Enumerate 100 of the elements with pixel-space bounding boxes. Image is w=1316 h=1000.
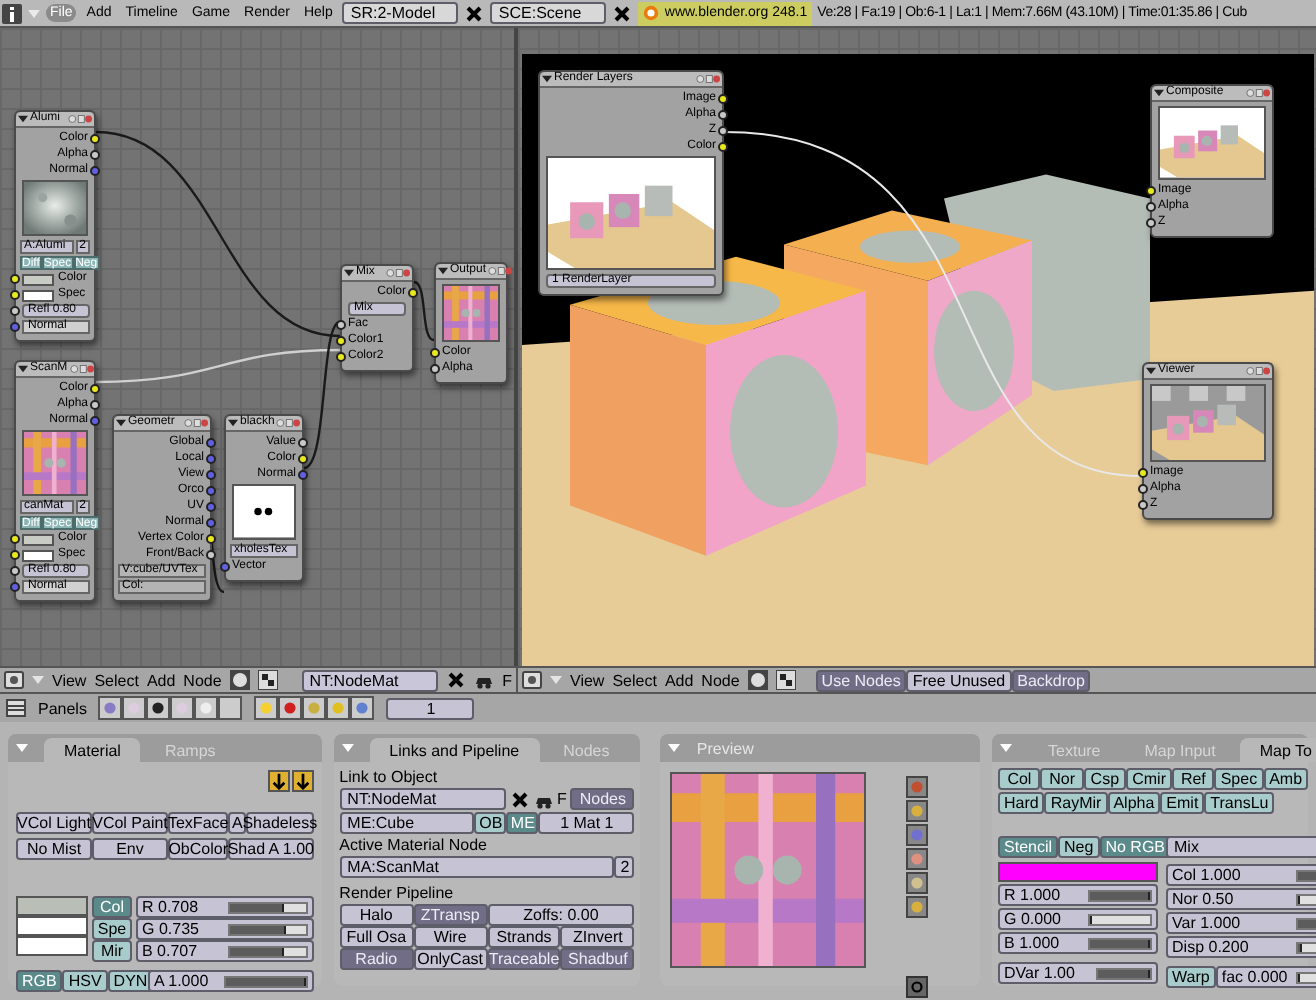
slider[interactable]: Disp 0.200 <box>1166 936 1316 958</box>
menu-item[interactable]: Node <box>183 671 222 689</box>
arrow-icon[interactable] <box>291 770 314 792</box>
toggle-button[interactable]: ME <box>506 812 539 834</box>
context-icon[interactable] <box>170 696 195 720</box>
socket[interactable] <box>10 566 20 576</box>
toggle-button[interactable]: No RGB <box>1099 836 1172 858</box>
toggle-button[interactable]: Spec <box>1214 768 1264 790</box>
toggle-button[interactable]: TransLu <box>1204 792 1275 814</box>
mesh-field[interactable]: ME:Cube <box>339 812 475 834</box>
toggle-button[interactable]: Wire <box>413 926 488 948</box>
toggle-button[interactable]: HSV <box>62 970 108 992</box>
preview-type-icon[interactable] <box>906 896 929 918</box>
collapse-icon[interactable] <box>438 266 448 276</box>
nodes-button[interactable]: Nodes <box>570 788 635 810</box>
socket[interactable] <box>90 416 100 426</box>
socket[interactable] <box>90 166 100 176</box>
socket[interactable] <box>90 384 100 394</box>
collapse-icon[interactable] <box>18 114 28 124</box>
color-swatch[interactable] <box>22 289 54 302</box>
close-icon[interactable] <box>446 670 467 690</box>
toggle-button[interactable]: ZInvert <box>560 926 635 948</box>
caret-icon[interactable] <box>16 742 28 754</box>
toggle-button[interactable]: Cmir <box>1126 768 1172 790</box>
socket[interactable] <box>1138 484 1148 495</box>
toggle-button[interactable]: VCol Light <box>16 812 92 834</box>
socket[interactable] <box>90 150 100 160</box>
toggle-button[interactable]: Halo <box>339 904 414 926</box>
socket[interactable] <box>1146 217 1156 228</box>
toggle-button[interactable]: Mir <box>92 940 132 962</box>
slider[interactable]: B 1.000 <box>998 932 1159 954</box>
toggle-button[interactable]: Env <box>92 838 168 860</box>
toggle-button[interactable]: Free Unused <box>906 669 1012 691</box>
socket[interactable] <box>1146 185 1156 196</box>
collapse-icon[interactable] <box>116 418 126 428</box>
toggle-button[interactable]: Radio <box>339 948 414 970</box>
color-swatch[interactable] <box>22 273 54 286</box>
socket[interactable] <box>10 290 20 301</box>
color-swatch[interactable] <box>16 896 88 916</box>
socket[interactable] <box>206 438 216 448</box>
toggle-button[interactable]: RGB <box>16 970 63 992</box>
screen-field[interactable]: SR:2-Model <box>342 2 459 24</box>
socket[interactable] <box>10 322 20 333</box>
toggle-button[interactable]: No Mist <box>16 838 92 860</box>
socket[interactable] <box>206 470 216 480</box>
context-icon[interactable] <box>194 696 219 720</box>
node-buttons-icon[interactable] <box>68 114 92 124</box>
socket[interactable] <box>336 320 346 330</box>
toggle-button[interactable]: Traceable <box>487 948 561 970</box>
socket[interactable] <box>718 142 728 152</box>
material-icon[interactable] <box>747 670 768 690</box>
collapse-icon[interactable] <box>1154 88 1164 98</box>
shading-icon[interactable] <box>302 696 327 720</box>
slider[interactable]: R 0.708 <box>136 896 314 918</box>
preview-type-icon[interactable] <box>906 848 929 870</box>
socket[interactable] <box>10 534 20 544</box>
socket[interactable] <box>336 352 346 362</box>
socket[interactable] <box>1146 201 1156 212</box>
socket[interactable] <box>206 550 216 560</box>
node-buttons-icon[interactable] <box>184 418 208 428</box>
socket[interactable] <box>298 438 308 448</box>
toggle-button[interactable]: OnlyCast <box>413 948 488 970</box>
socket[interactable] <box>90 400 100 410</box>
socket[interactable] <box>10 582 20 592</box>
color-swatch[interactable] <box>16 916 88 936</box>
slider[interactable]: fac 0.000 <box>1215 966 1316 988</box>
toggle-button[interactable]: Nor <box>1040 768 1084 790</box>
info-icon[interactable] <box>2 3 22 23</box>
arrow-icon[interactable] <box>267 770 290 792</box>
collapse-icon[interactable] <box>228 418 238 428</box>
composite-icon[interactable] <box>257 670 278 690</box>
context-icon[interactable] <box>98 696 123 720</box>
socket[interactable] <box>206 454 216 464</box>
socket[interactable] <box>1138 468 1148 479</box>
toggle-button[interactable]: Csp <box>1083 768 1127 790</box>
collapse-icon[interactable] <box>542 74 552 84</box>
color-swatch[interactable] <box>22 533 54 545</box>
toggle-button[interactable]: Strands <box>487 926 561 948</box>
menu-item[interactable]: Add <box>146 671 176 689</box>
fake-user-button[interactable]: F <box>557 790 567 808</box>
shading-icon[interactable] <box>278 696 303 720</box>
toggle-button[interactable]: Use Nodes <box>815 669 907 691</box>
socket[interactable] <box>220 561 230 571</box>
slider[interactable]: Var 1.000 <box>1166 912 1316 934</box>
socket[interactable] <box>206 502 216 512</box>
socket[interactable] <box>10 550 20 560</box>
panel-tab[interactable]: Links and Pipeline <box>369 738 540 762</box>
node-buttons-icon[interactable] <box>69 364 94 374</box>
close-icon[interactable] <box>464 3 485 23</box>
preview-type-icon[interactable] <box>906 824 929 846</box>
menu-item[interactable]: Add <box>664 671 694 689</box>
toggle-button[interactable]: Shadbuf <box>560 948 635 970</box>
node-buttons-icon[interactable] <box>1246 366 1270 376</box>
socket[interactable] <box>298 470 308 480</box>
toggle-button[interactable]: OB <box>474 812 507 834</box>
toggle-button[interactable]: Stencil <box>998 836 1059 858</box>
context-icon[interactable] <box>122 696 147 720</box>
socket[interactable] <box>336 336 346 346</box>
node-buttons-icon[interactable] <box>386 268 410 278</box>
toggle-button[interactable]: RayMir <box>1044 792 1108 814</box>
